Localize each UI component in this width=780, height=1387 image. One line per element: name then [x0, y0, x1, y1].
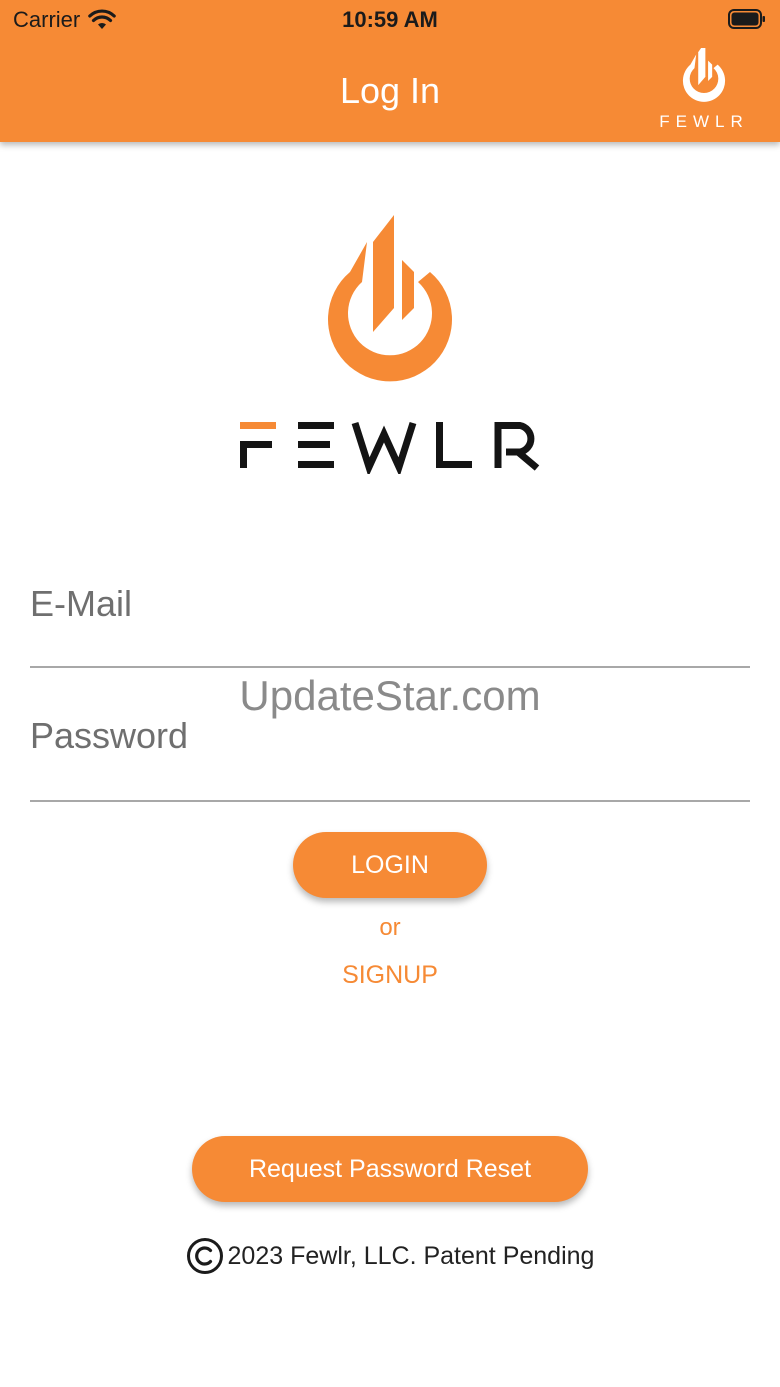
login-button[interactable]: LOGIN: [293, 832, 487, 898]
flame-logo-icon: [328, 215, 452, 382]
header-logo-text: FEWLR: [659, 112, 749, 131]
status-time: 10:59 AM: [342, 7, 438, 32]
email-input[interactable]: [30, 574, 750, 634]
copyright-footer: 2023 Fewlr, LLC. Patent Pending: [0, 1236, 780, 1276]
battery-icon: [728, 9, 765, 29]
signup-link[interactable]: SIGNUP: [290, 961, 490, 990]
or-separator: or: [379, 914, 401, 941]
request-password-reset-button[interactable]: Request Password Reset: [192, 1136, 588, 1202]
brand-wordmark: [240, 421, 540, 474]
header-logo: FEWLR: [654, 41, 754, 132]
password-input[interactable]: [30, 706, 750, 766]
app-header: Carrier 10:59 AM Log In FEWLR: [0, 0, 780, 142]
password-field-container: [30, 706, 750, 802]
copyright-text: 2023 Fewlr, LLC. Patent Pending: [227, 1241, 595, 1270]
email-field-container: [30, 574, 750, 668]
header-flame-icon: [682, 41, 726, 102]
copyright-icon: [186, 1238, 223, 1274]
